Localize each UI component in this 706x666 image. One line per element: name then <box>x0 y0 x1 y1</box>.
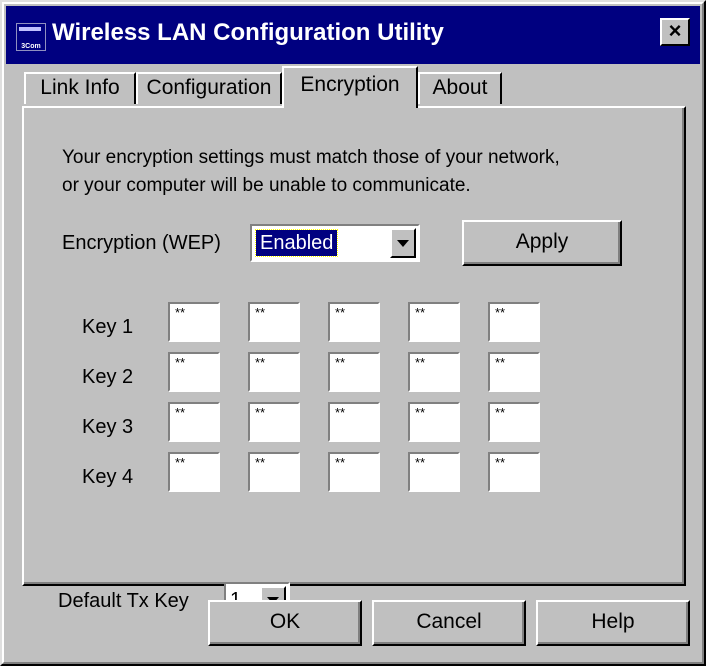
app-icon-bar <box>19 27 41 31</box>
key-2-label: Key 2 <box>82 366 134 388</box>
key-2-field-1[interactable]: ** <box>168 352 220 392</box>
encryption-message: Your encryption settings must match thos… <box>62 144 560 200</box>
key-2-field-4[interactable]: ** <box>408 352 460 392</box>
key-1-field-4[interactable]: ** <box>408 302 460 342</box>
key-3-field-5[interactable]: ** <box>488 402 540 442</box>
key-1-field-5[interactable]: ** <box>488 302 540 342</box>
window-title: Wireless LAN Configuration Utility <box>52 19 444 46</box>
help-button[interactable]: Help <box>536 600 690 646</box>
key-4-field-5[interactable]: ** <box>488 452 540 492</box>
title-bar[interactable]: 3Com Wireless LAN Configuration Utility … <box>6 6 700 64</box>
encryption-panel: Your encryption settings must match thos… <box>22 106 686 586</box>
key-3-field-4[interactable]: ** <box>408 402 460 442</box>
key-4-field-4[interactable]: ** <box>408 452 460 492</box>
key-4-field-2[interactable]: ** <box>248 452 300 492</box>
close-button[interactable]: × <box>660 18 690 46</box>
key-1-field-3[interactable]: ** <box>328 302 380 342</box>
key-3-field-2[interactable]: ** <box>248 402 300 442</box>
key-3-field-1[interactable]: ** <box>168 402 220 442</box>
key-2-field-2[interactable]: ** <box>248 352 300 392</box>
cancel-button[interactable]: Cancel <box>372 600 526 646</box>
key-3-label: Key 3 <box>82 416 134 438</box>
wep-selected-value: Enabled <box>254 229 339 257</box>
key-3-field-3[interactable]: ** <box>328 402 380 442</box>
key-1-field-1[interactable]: ** <box>168 302 220 342</box>
tab-encryption[interactable]: Encryption <box>282 66 418 108</box>
chevron-down-icon <box>397 240 409 247</box>
key-2-field-3[interactable]: ** <box>328 352 380 392</box>
wep-dropdown-button[interactable] <box>390 228 416 258</box>
apply-button[interactable]: Apply <box>462 220 622 266</box>
ok-button[interactable]: OK <box>208 600 362 646</box>
app-icon: 3Com <box>16 23 46 51</box>
app-icon-label: 3Com <box>21 43 41 50</box>
message-line-2: or your computer will be unable to commu… <box>62 175 471 196</box>
wep-select[interactable]: Enabled <box>250 224 420 262</box>
tab-about[interactable]: About <box>418 72 502 104</box>
default-tx-label: Default Tx Key <box>58 590 189 612</box>
key-1-field-2[interactable]: ** <box>248 302 300 342</box>
key-4-field-1[interactable]: ** <box>168 452 220 492</box>
wep-label: Encryption (WEP) <box>62 232 221 254</box>
key-1-label: Key 1 <box>82 316 134 338</box>
key-2-field-5[interactable]: ** <box>488 352 540 392</box>
tab-link-info[interactable]: Link Info <box>24 72 136 104</box>
key-4-label: Key 4 <box>82 466 134 488</box>
tab-configuration[interactable]: Configuration <box>136 72 282 104</box>
key-4-field-3[interactable]: ** <box>328 452 380 492</box>
message-line-1: Your encryption settings must match thos… <box>62 147 560 168</box>
